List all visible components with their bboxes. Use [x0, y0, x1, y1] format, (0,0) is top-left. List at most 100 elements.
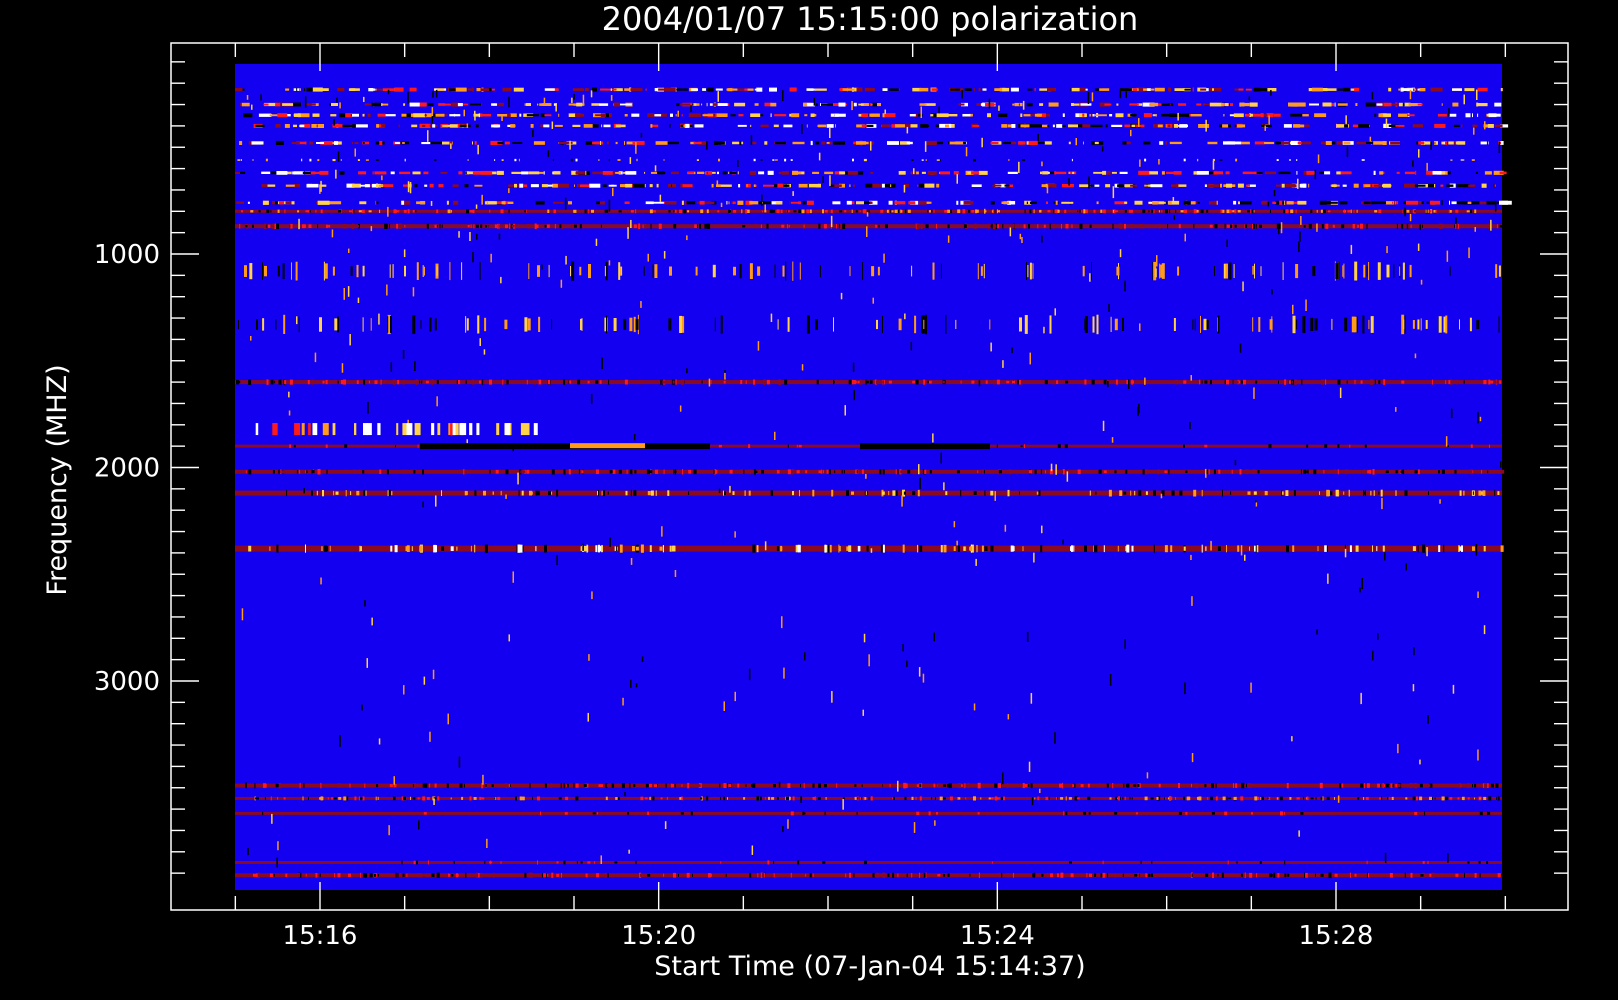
band-base-15	[235, 469, 1502, 474]
band-mark	[900, 209, 902, 214]
band-mark	[745, 784, 747, 787]
band-mark	[947, 224, 950, 229]
band-mark	[1079, 209, 1081, 213]
band-mark	[920, 223, 923, 229]
band-mark	[945, 124, 949, 128]
band-mark	[826, 469, 829, 474]
band-mark	[803, 102, 808, 107]
band-mark	[1406, 209, 1410, 213]
band-mark	[484, 860, 486, 864]
spike-mark	[1253, 387, 1255, 399]
band-mark	[949, 796, 953, 801]
band-mark	[1280, 811, 1283, 816]
band-mark	[776, 209, 780, 214]
band-mark	[673, 224, 677, 229]
band-mark	[892, 490, 896, 496]
band-mark	[911, 265, 913, 277]
band-mark	[1186, 113, 1190, 118]
band-mark	[479, 262, 481, 281]
band-mark	[305, 141, 307, 145]
band-mark	[665, 201, 670, 205]
band-mark	[328, 224, 331, 228]
band-mark	[1378, 491, 1380, 495]
band-mark	[410, 224, 414, 229]
band-mark	[960, 380, 962, 384]
band-mark	[1218, 380, 1220, 384]
spike-mark	[1248, 96, 1251, 101]
band-mark	[835, 124, 836, 128]
band-mark	[1165, 209, 1168, 214]
spike-mark	[560, 279, 563, 288]
band-mark	[749, 201, 759, 205]
band-mark	[953, 546, 956, 551]
band-mark	[500, 861, 502, 864]
band-mark	[1321, 224, 1324, 229]
band-mark	[880, 469, 882, 474]
band-mark	[472, 141, 473, 145]
spike-mark	[288, 391, 290, 398]
band-mark	[669, 124, 671, 128]
band-mark	[533, 784, 537, 787]
spike-mark	[590, 90, 593, 98]
band-mark	[1323, 470, 1325, 474]
band-mark	[1282, 262, 1284, 280]
band-mark	[1147, 224, 1150, 228]
band-mark	[1484, 782, 1488, 789]
band-mark	[1231, 469, 1233, 474]
band-mark	[1344, 124, 1349, 128]
spike-mark	[906, 126, 909, 134]
band-mark	[861, 784, 863, 787]
band-mark	[452, 184, 459, 187]
band-mark	[558, 113, 560, 117]
band-mark	[1356, 316, 1358, 333]
band-mark	[414, 797, 416, 800]
band-mark	[1039, 784, 1041, 787]
band-mark	[352, 209, 354, 214]
band-mark	[1001, 124, 1008, 128]
band-mark	[1027, 873, 1029, 877]
band-mark	[1210, 469, 1214, 474]
band-mark	[575, 796, 579, 801]
band-mark	[912, 491, 916, 496]
band-mark	[1346, 380, 1348, 384]
band-mark	[718, 224, 722, 229]
band-mark	[949, 141, 961, 145]
spike-mark	[1054, 732, 1056, 744]
band-mark	[994, 88, 1001, 91]
band-mark	[341, 874, 343, 877]
band-mark	[882, 469, 885, 475]
band-mark	[606, 784, 608, 788]
band-mark	[1319, 782, 1323, 789]
band-mark	[1002, 224, 1004, 229]
band-mark	[888, 200, 893, 205]
band-mark	[897, 469, 899, 475]
band-mark	[766, 223, 769, 229]
band-mark	[667, 490, 670, 496]
band-mark	[856, 201, 864, 205]
band-mark	[476, 88, 481, 92]
spike-mark	[1239, 343, 1242, 353]
band-mark	[1044, 379, 1048, 385]
band-mark	[687, 210, 690, 213]
band-mark	[722, 171, 727, 175]
band-mark	[806, 873, 809, 878]
feature-left-burst	[520, 423, 526, 436]
band-mark	[846, 224, 849, 229]
band-mark	[1129, 103, 1139, 106]
band-mark	[339, 797, 341, 800]
spike-mark	[659, 194, 662, 202]
band-mark	[849, 266, 851, 277]
band-mark	[666, 141, 679, 145]
band-mark	[1467, 861, 1470, 864]
band-mark	[1062, 782, 1064, 789]
band-mark	[1196, 103, 1202, 106]
spike-mark	[469, 232, 471, 241]
band-mark	[320, 782, 322, 789]
band-mark	[1409, 264, 1412, 278]
spike-mark	[981, 137, 983, 148]
band-mark	[1028, 201, 1030, 205]
band-mark	[793, 210, 797, 213]
band-mark	[1169, 141, 1182, 145]
band-mark	[588, 209, 590, 214]
band-mark	[591, 103, 600, 106]
